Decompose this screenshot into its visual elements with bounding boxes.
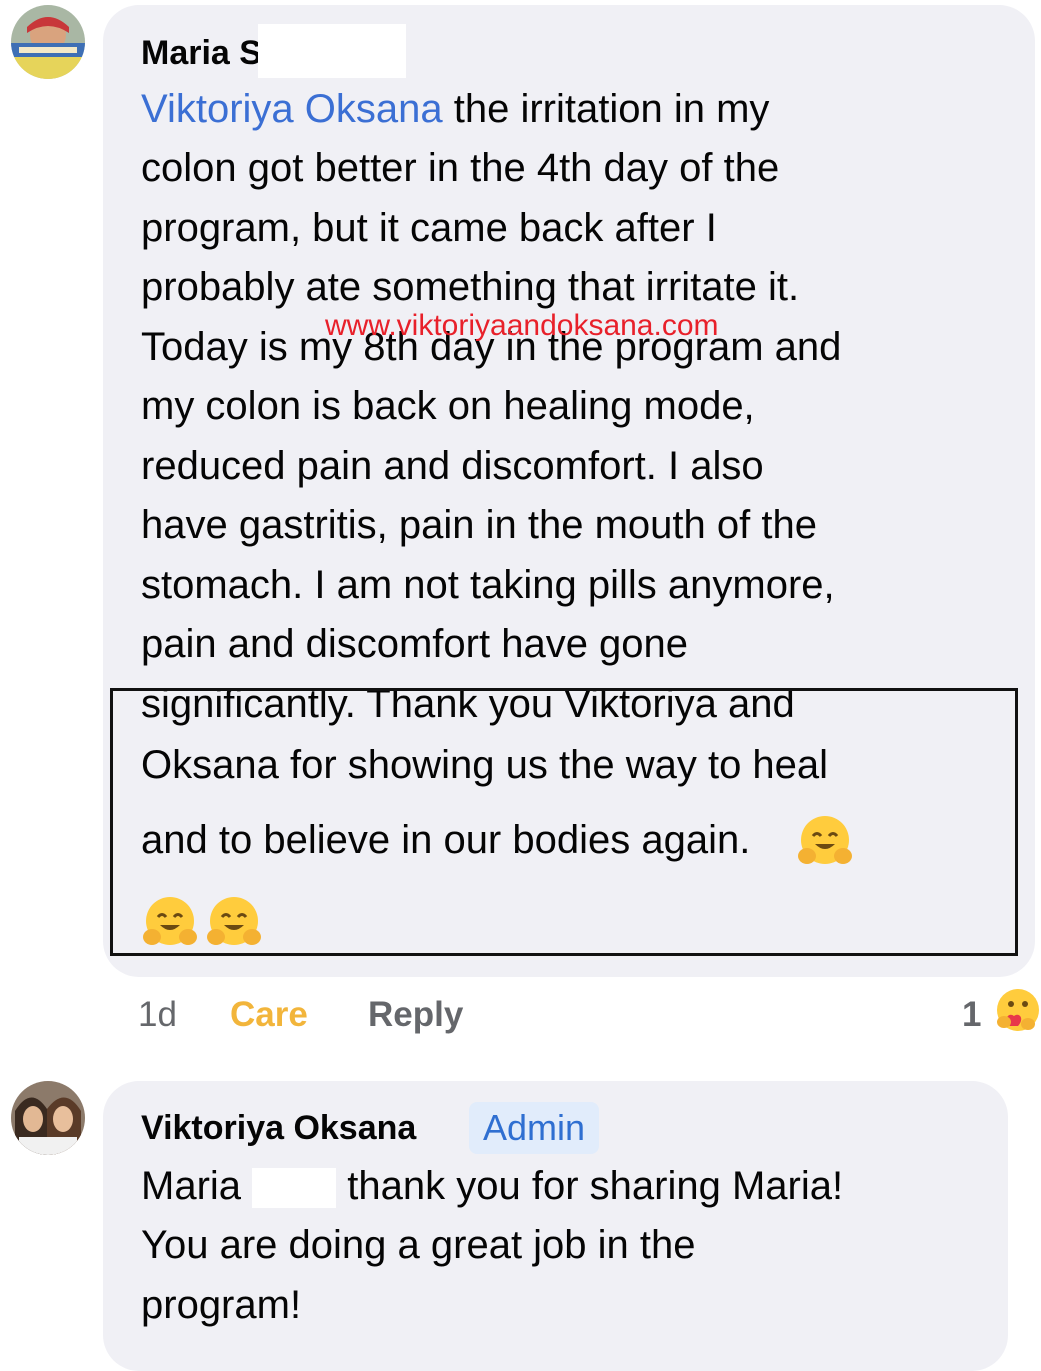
comment-line: colon got better in the 4th day of the (141, 146, 780, 190)
comment-author[interactable]: Maria S (141, 33, 262, 73)
comment-line: have gastritis, pain in the mouth of the (141, 503, 817, 547)
comment-timestamp: 1d (138, 995, 177, 1034)
comment-line: program! (141, 1283, 302, 1327)
comment-line: program, but it came back after I (141, 206, 717, 250)
care-reaction-button[interactable]: Care (230, 993, 308, 1037)
comment-line: pain and discomfort have gone (141, 622, 689, 666)
comment-line: my colon is back on healing mode, (141, 384, 755, 428)
admin-badge: Admin (469, 1102, 600, 1154)
highlight-box (110, 688, 1018, 956)
comment-author[interactable]: Viktoriya Oksana (141, 1108, 416, 1148)
redaction-block (252, 1168, 337, 1209)
avatar[interactable] (11, 1081, 85, 1155)
redaction-block (258, 24, 406, 78)
mention-link[interactable]: Viktoriya Oksana (141, 87, 443, 131)
avatar[interactable] (11, 5, 85, 79)
comment-line: thank you for sharing Maria! (347, 1164, 844, 1208)
reply-button[interactable]: Reply (368, 993, 463, 1037)
mention-link[interactable]: Maria (141, 1164, 241, 1208)
comment-line: reduced pain and discomfort. I also (141, 444, 764, 488)
care-reaction-icon[interactable] (995, 986, 1041, 1036)
comment-line: stomach. I am not taking pills anymore, (141, 563, 835, 607)
comment-line: the irritation in my (442, 87, 770, 131)
reaction-count[interactable]: 1 (962, 993, 981, 1037)
comment-line: You are doing a great job in the (141, 1223, 696, 1267)
watermark: www.viktoriyaandoksana.com (325, 309, 719, 342)
